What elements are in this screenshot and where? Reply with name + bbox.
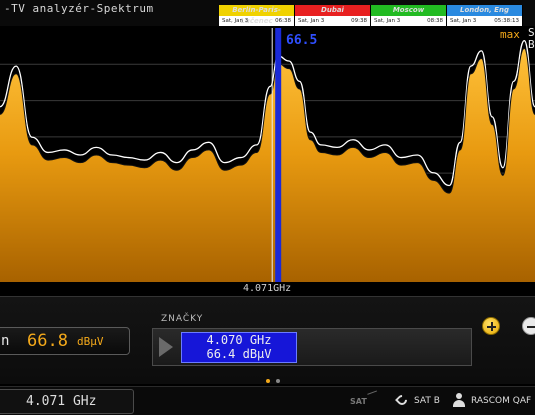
sat-logo: SAT xyxy=(350,397,367,406)
clock-city: Moscow xyxy=(371,5,446,16)
clock-time: 05:38:13 xyxy=(494,18,519,24)
title-bar: -TV analyzér-Spektrum Berlin-Paris-Lučen… xyxy=(0,0,535,26)
status-bar: 4.071 GHz SAT SAT B RASCOM QAF xyxy=(0,386,535,415)
frequency-marker[interactable] xyxy=(275,28,282,282)
clock-datetime: Sat, Jan 3 05:38:13 xyxy=(447,16,522,26)
spectrum-plot[interactable] xyxy=(0,28,535,282)
level-unit: dBµV xyxy=(77,335,104,348)
clock-time: 08:38 xyxy=(427,18,443,24)
clock-0: Berlin-Paris-Lučenec Sat, Jan 3 06:38 xyxy=(219,5,295,26)
markers-title: ZNAČKY xyxy=(161,314,204,324)
level-prefix: n xyxy=(1,333,10,349)
clock-date: Sat, Jan 3 xyxy=(450,18,477,24)
marker-value-label: 66.5 xyxy=(286,33,318,48)
bottom-panel: n 66.8 dBµV ZNAČKY 4.070 GHz 66.4 dBµV xyxy=(0,296,535,384)
satellite-dish-icon xyxy=(394,392,410,408)
play-arrow-icon[interactable] xyxy=(159,337,173,357)
clock-3: London, Eng Sat, Jan 3 05:38:13 xyxy=(447,5,523,26)
spectrum-chart[interactable] xyxy=(0,28,535,282)
page-dot-inactive[interactable] xyxy=(276,379,280,383)
markers-panel[interactable]: 4.070 GHz 66.4 dBµV xyxy=(152,328,472,366)
clock-city: London, Eng xyxy=(447,5,522,16)
marker-level: 66.4 dBµV xyxy=(206,347,272,361)
clock-date: Sat, Jan 3 xyxy=(374,18,401,24)
clock-date: Sat, Jan 3 xyxy=(298,18,325,24)
max-legend-b: B xyxy=(528,38,535,51)
page-dot-active[interactable] xyxy=(266,379,270,383)
app-title: -TV analyzér-Spektrum xyxy=(4,2,154,15)
clock-datetime: Sat, Jan 3 08:38 xyxy=(371,16,446,26)
max-legend: S B xyxy=(528,27,535,51)
clock-date: Sat, Jan 3 xyxy=(222,18,249,24)
zoom-in-plus-icon[interactable] xyxy=(482,317,500,335)
status-frequency-box[interactable]: 4.071 GHz xyxy=(0,389,134,414)
clock-1: Dubai Sat, Jan 3 09:38 xyxy=(295,5,371,26)
satellite-name[interactable]: SAT B xyxy=(414,396,440,406)
max-hold-label: max xyxy=(500,28,520,41)
satellite-orbit-icon xyxy=(367,390,379,400)
marker-frequency: 4.070 GHz xyxy=(206,333,272,347)
zoom-out-minus-icon[interactable] xyxy=(522,317,535,335)
clock-2: Moscow Sat, Jan 3 08:38 xyxy=(371,5,447,26)
clock-city: Berlin-Paris-Lučenec xyxy=(219,5,294,25)
marker-readout: 4.070 GHz 66.4 dBµV xyxy=(181,332,297,363)
level-readout: n 66.8 dBµV xyxy=(0,327,130,355)
status-frequency: 4.071 GHz xyxy=(26,394,97,409)
page-indicator xyxy=(266,379,280,383)
user-icon xyxy=(452,393,466,408)
world-clocks: Berlin-Paris-Lučenec Sat, Jan 3 06:38 Dubai… xyxy=(219,5,523,27)
user-name[interactable]: RASCOM QAF xyxy=(471,396,531,406)
clock-datetime: Sat, Jan 3 09:38 xyxy=(295,16,370,26)
level-value: 66.8 xyxy=(27,331,68,351)
clock-city: Dubai xyxy=(295,5,370,16)
clock-time: 09:38 xyxy=(351,18,367,24)
clock-time: 06:38 xyxy=(275,18,291,24)
center-frequency-label: 4.071GHz xyxy=(243,283,292,294)
